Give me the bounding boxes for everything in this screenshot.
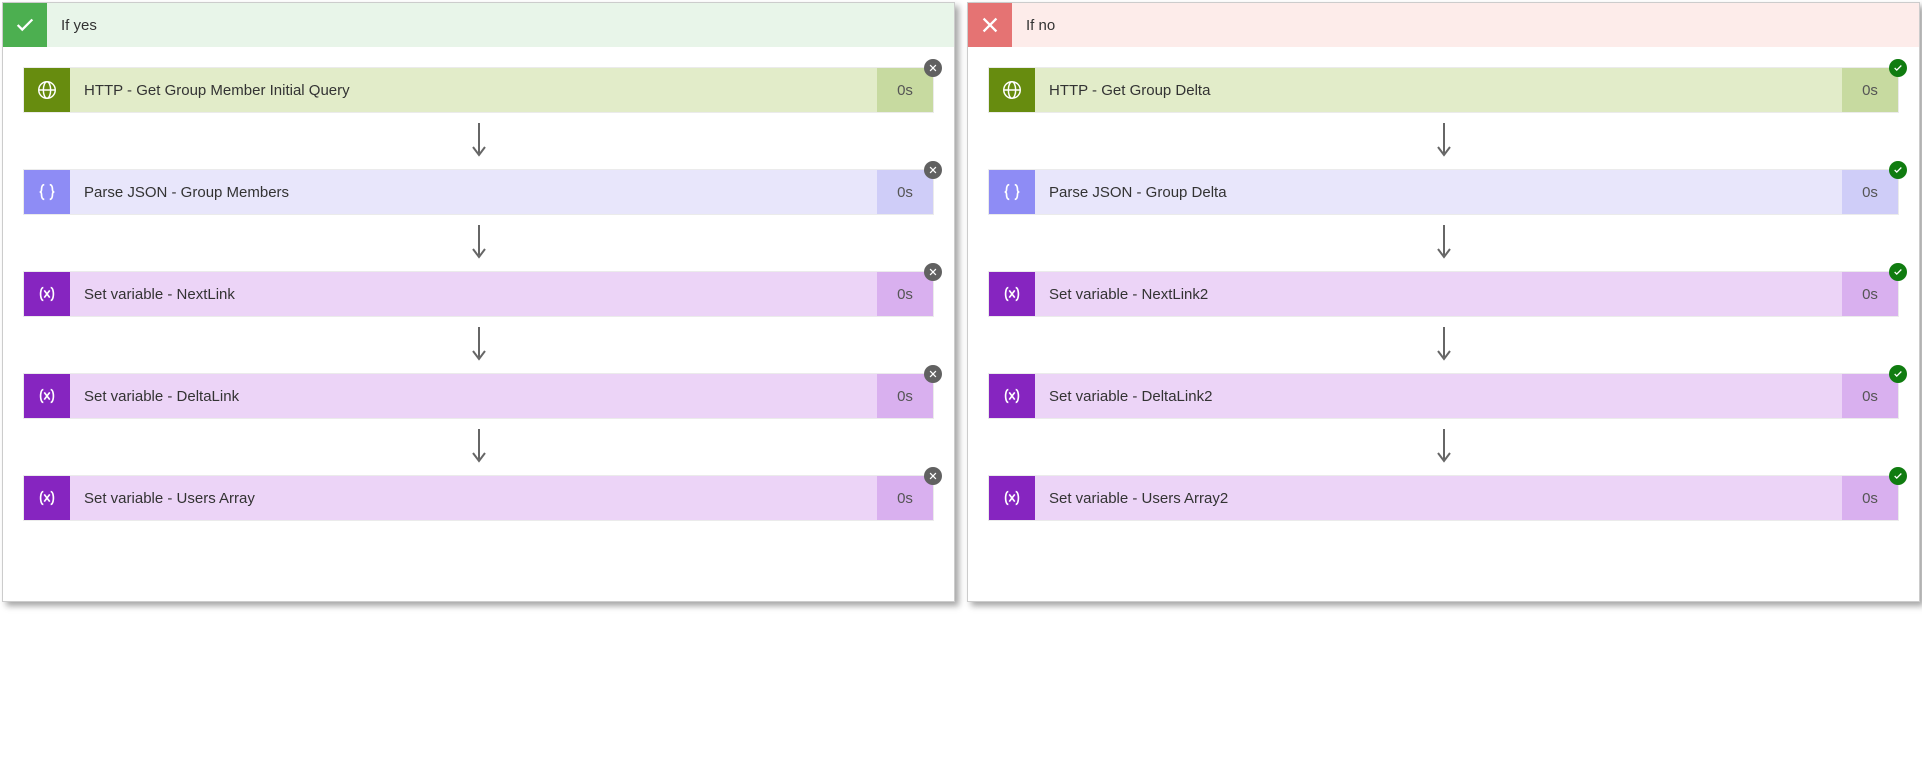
action-duration: 0s bbox=[1842, 374, 1898, 418]
action-label: Set variable - DeltaLink bbox=[70, 374, 877, 418]
if-no-title: If no bbox=[1026, 17, 1055, 34]
arrow-down-icon bbox=[1434, 113, 1454, 169]
status-ok-icon bbox=[1889, 467, 1907, 485]
status-ok-icon bbox=[1889, 365, 1907, 383]
action-parse-json-group-delta[interactable]: Parse JSON - Group Delta 0s bbox=[988, 169, 1899, 215]
if-yes-header[interactable]: If yes bbox=[3, 3, 954, 47]
status-error-icon bbox=[924, 59, 942, 77]
action-duration: 0s bbox=[1842, 68, 1898, 112]
action-label: Parse JSON - Group Members bbox=[70, 170, 877, 214]
if-no-body: HTTP - Get Group Delta 0s Parse JSON - G… bbox=[968, 47, 1919, 601]
if-no-branch: If no HTTP - Get Group Delta 0s Parse JS… bbox=[967, 2, 1920, 602]
variable-icon bbox=[24, 476, 70, 520]
status-ok-icon bbox=[1889, 161, 1907, 179]
arrow-down-icon bbox=[469, 215, 489, 271]
action-duration: 0s bbox=[877, 476, 933, 520]
action-set-variable-nextlink2[interactable]: Set variable - NextLink2 0s bbox=[988, 271, 1899, 317]
action-duration: 0s bbox=[1842, 476, 1898, 520]
action-label: Set variable - Users Array2 bbox=[1035, 476, 1842, 520]
action-parse-json-group-members[interactable]: Parse JSON - Group Members 0s bbox=[23, 169, 934, 215]
status-error-icon bbox=[924, 467, 942, 485]
action-set-variable-deltalink2[interactable]: Set variable - DeltaLink2 0s bbox=[988, 373, 1899, 419]
action-label: HTTP - Get Group Delta bbox=[1035, 68, 1842, 112]
status-ok-icon bbox=[1889, 263, 1907, 281]
check-icon bbox=[3, 3, 47, 47]
action-set-variable-nextlink[interactable]: Set variable - NextLink 0s bbox=[23, 271, 934, 317]
action-set-variable-deltalink[interactable]: Set variable - DeltaLink 0s bbox=[23, 373, 934, 419]
action-set-variable-users-array2[interactable]: Set variable - Users Array2 0s bbox=[988, 475, 1899, 521]
variable-icon bbox=[989, 272, 1035, 316]
arrow-down-icon bbox=[1434, 215, 1454, 271]
arrow-down-icon bbox=[469, 113, 489, 169]
close-icon bbox=[968, 3, 1012, 47]
parse-json-icon bbox=[24, 170, 70, 214]
status-ok-icon bbox=[1889, 59, 1907, 77]
action-set-variable-users-array[interactable]: Set variable - Users Array 0s bbox=[23, 475, 934, 521]
if-yes-body: HTTP - Get Group Member Initial Query 0s… bbox=[3, 47, 954, 601]
action-label: HTTP - Get Group Member Initial Query bbox=[70, 68, 877, 112]
variable-icon bbox=[24, 272, 70, 316]
arrow-down-icon bbox=[1434, 419, 1454, 475]
parse-json-icon bbox=[989, 170, 1035, 214]
action-duration: 0s bbox=[877, 68, 933, 112]
status-error-icon bbox=[924, 365, 942, 383]
condition-branches: If yes HTTP - Get Group Member Initial Q… bbox=[0, 0, 1922, 604]
variable-icon bbox=[989, 476, 1035, 520]
action-label: Set variable - DeltaLink2 bbox=[1035, 374, 1842, 418]
action-duration: 0s bbox=[1842, 170, 1898, 214]
variable-icon bbox=[24, 374, 70, 418]
globe-icon bbox=[989, 68, 1035, 112]
if-yes-branch: If yes HTTP - Get Group Member Initial Q… bbox=[2, 2, 955, 602]
action-duration: 0s bbox=[877, 272, 933, 316]
action-label: Parse JSON - Group Delta bbox=[1035, 170, 1842, 214]
action-http-get-group-delta[interactable]: HTTP - Get Group Delta 0s bbox=[988, 67, 1899, 113]
arrow-down-icon bbox=[469, 419, 489, 475]
status-error-icon bbox=[924, 263, 942, 281]
variable-icon bbox=[989, 374, 1035, 418]
status-error-icon bbox=[924, 161, 942, 179]
action-label: Set variable - NextLink2 bbox=[1035, 272, 1842, 316]
action-duration: 0s bbox=[877, 170, 933, 214]
arrow-down-icon bbox=[1434, 317, 1454, 373]
if-yes-title: If yes bbox=[61, 17, 97, 34]
if-no-header[interactable]: If no bbox=[968, 3, 1919, 47]
arrow-down-icon bbox=[469, 317, 489, 373]
action-label: Set variable - Users Array bbox=[70, 476, 877, 520]
globe-icon bbox=[24, 68, 70, 112]
action-label: Set variable - NextLink bbox=[70, 272, 877, 316]
action-duration: 0s bbox=[877, 374, 933, 418]
action-http-get-group-member-initial-query[interactable]: HTTP - Get Group Member Initial Query 0s bbox=[23, 67, 934, 113]
action-duration: 0s bbox=[1842, 272, 1898, 316]
